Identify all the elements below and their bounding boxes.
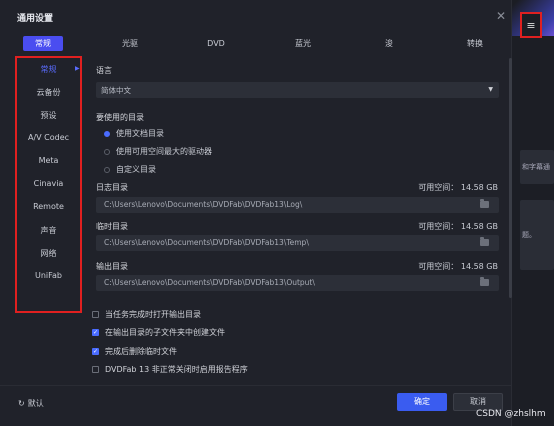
menu-icon[interactable]: ≡ bbox=[520, 12, 542, 38]
radio-custom-dir[interactable]: 自定义目录 bbox=[104, 164, 156, 175]
dialog-title: 通用设置 bbox=[17, 14, 54, 24]
temp-dir-path: C:\Users\Lenovo\Documents\DVDFab\DVDFab1… bbox=[104, 238, 309, 247]
radio-dot bbox=[104, 130, 110, 137]
dialog-footer: ↻ 默认 确定 取消 bbox=[0, 385, 512, 426]
tab-general[interactable]: 常规 bbox=[23, 36, 63, 51]
scrollbar[interactable] bbox=[509, 58, 512, 298]
chevron-down-icon: ▼ bbox=[488, 86, 493, 93]
language-select[interactable]: 简体中文 ▼ bbox=[96, 82, 499, 98]
radio-label: 自定义目录 bbox=[116, 165, 156, 174]
sidebar-item-cinavia[interactable]: Cinavia bbox=[17, 179, 80, 188]
checkbox-label: 在输出目录的子文件夹中创建文件 bbox=[105, 328, 225, 337]
output-dir-path: C:\Users\Lenovo\Documents\DVDFab\DVDFab1… bbox=[104, 278, 315, 287]
sidebar-item-cloud-backup[interactable]: 云备份 bbox=[17, 87, 80, 98]
target-dir-label: 要使用的目录 bbox=[96, 113, 144, 122]
close-icon[interactable]: ✕ bbox=[496, 9, 506, 23]
checkbox-label: DVDFab 13 非正常关闭时启用报告程序 bbox=[105, 365, 248, 374]
checkbox-label: 完成后删除临时文件 bbox=[105, 347, 177, 356]
sidebar-item-meta[interactable]: Meta bbox=[17, 156, 80, 165]
language-value: 简体中文 bbox=[101, 86, 131, 95]
folder-icon[interactable] bbox=[480, 199, 489, 208]
background-panel: 和字幕通 题。 bbox=[512, 0, 554, 426]
radio-documents-dir[interactable]: 使用文档目录 bbox=[104, 128, 164, 139]
ok-button[interactable]: 确定 bbox=[397, 393, 447, 411]
log-dir-space: 可用空间： 14.58 GB bbox=[418, 183, 498, 192]
radio-dot bbox=[104, 166, 110, 173]
radio-label: 使用文档目录 bbox=[116, 129, 164, 138]
checkbox-subfolder[interactable]: ✓ 在输出目录的子文件夹中创建文件 bbox=[92, 327, 225, 338]
reset-icon: ↻ bbox=[18, 399, 25, 408]
sidebar-item-sound[interactable]: 声音 bbox=[17, 225, 80, 236]
output-dir-field[interactable]: C:\Users\Lenovo\Documents\DVDFab\DVDFab1… bbox=[96, 275, 499, 291]
temp-dir-label: 临时目录 bbox=[96, 222, 128, 231]
reset-default-button[interactable]: ↻ 默认 bbox=[18, 398, 44, 409]
log-dir-path: C:\Users\Lenovo\Documents\DVDFab\DVDFab1… bbox=[104, 200, 303, 209]
check-icon: ✓ bbox=[92, 348, 99, 355]
sidebar-item-presets[interactable]: 预设 bbox=[17, 110, 80, 121]
check-icon: ✓ bbox=[92, 329, 99, 336]
log-dir-field[interactable]: C:\Users\Lenovo\Documents\DVDFab\DVDFab1… bbox=[96, 197, 499, 213]
temp-dir-field[interactable]: C:\Users\Lenovo\Documents\DVDFab\DVDFab1… bbox=[96, 235, 499, 251]
sidebar-item-av-codec[interactable]: A/V Codec bbox=[17, 133, 80, 142]
output-dir-label: 输出目录 bbox=[96, 262, 128, 271]
folder-icon[interactable] bbox=[480, 237, 489, 246]
log-dir-label: 日志目录 bbox=[96, 183, 128, 192]
temp-dir-space: 可用空间： 14.58 GB bbox=[418, 222, 498, 231]
checkbox-crash-report[interactable]: DVDFab 13 非正常关闭时启用报告程序 bbox=[92, 364, 248, 374]
sidebar: 常规 ▶ 云备份 预设 A/V Codec Meta Cinavia Remot… bbox=[15, 56, 82, 313]
checkbox-box bbox=[92, 311, 99, 318]
language-label: 语言 bbox=[96, 66, 112, 75]
folder-icon[interactable] bbox=[480, 277, 489, 286]
checkbox-open-output[interactable]: 当任务完成时打开输出目录 bbox=[92, 309, 201, 320]
tab-dvd[interactable]: DVD bbox=[196, 36, 236, 51]
tab-bar: 常规 光驱 DVD 蓝光 浚 转换 bbox=[0, 36, 512, 54]
caret-right-icon: ▶ bbox=[75, 65, 80, 72]
settings-content: 语言 简体中文 ▼ 要使用的目录 使用文档目录 使用可用空间最大的驱动器 自定义… bbox=[90, 58, 506, 374]
watermark: CSDN @zhslhm bbox=[476, 409, 546, 419]
checkbox-box bbox=[92, 366, 99, 373]
sidebar-item-unifab[interactable]: UniFab bbox=[17, 271, 80, 280]
reset-label: 默认 bbox=[27, 399, 44, 408]
checkbox-label: 当任务完成时打开输出目录 bbox=[105, 310, 201, 319]
radio-label: 使用可用空间最大的驱动器 bbox=[116, 147, 212, 156]
checkbox-delete-temp[interactable]: ✓ 完成后删除临时文件 bbox=[92, 346, 177, 357]
tab-bluray[interactable]: 蓝光 bbox=[283, 36, 323, 51]
radio-dot bbox=[104, 148, 110, 155]
background-text: 题。 bbox=[522, 231, 536, 239]
sidebar-item-remote[interactable]: Remote bbox=[17, 202, 80, 211]
sidebar-item-general[interactable]: 常规 bbox=[17, 64, 80, 75]
tab-jun[interactable]: 浚 bbox=[369, 36, 409, 51]
tab-drive[interactable]: 光驱 bbox=[110, 36, 150, 51]
output-dir-space: 可用空间： 14.58 GB bbox=[418, 262, 498, 271]
sidebar-item-network[interactable]: 网络 bbox=[17, 248, 80, 259]
radio-largest-drive[interactable]: 使用可用空间最大的驱动器 bbox=[104, 146, 212, 157]
background-text: 和字幕通 bbox=[522, 163, 550, 171]
settings-dialog: 通用设置 ✕ 常规 光驱 DVD 蓝光 浚 转换 常规 ▶ 云备份 预设 A/V… bbox=[0, 0, 512, 426]
tab-convert[interactable]: 转换 bbox=[455, 36, 495, 51]
